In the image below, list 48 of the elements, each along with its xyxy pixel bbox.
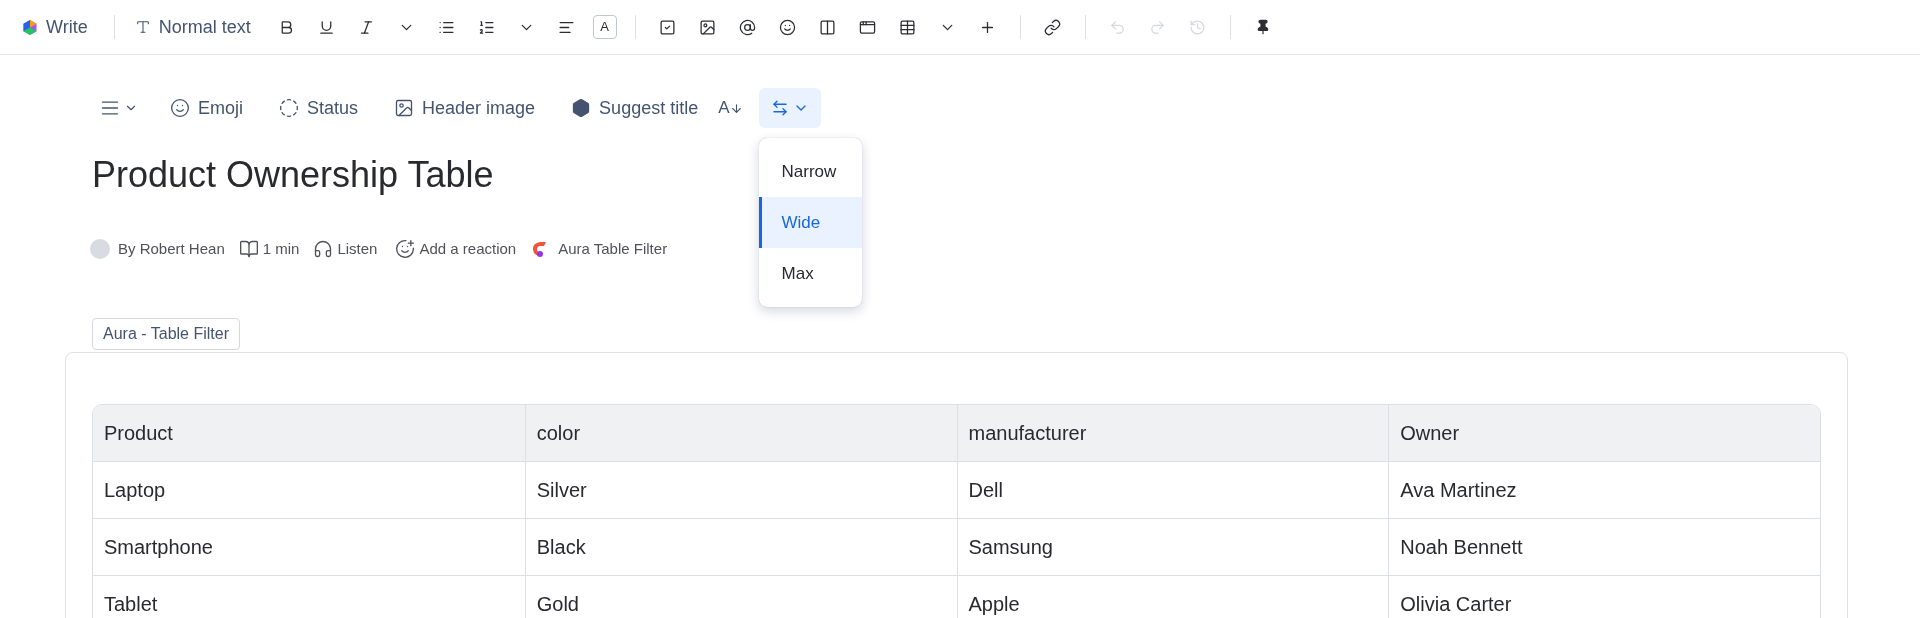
column-header: Product: [103, 420, 174, 446]
listen-button[interactable]: Listen: [313, 238, 378, 261]
table-cell-text: Laptop: [103, 477, 167, 503]
suggest-title-button[interactable]: Suggest title: [559, 90, 711, 126]
avatar: [90, 239, 110, 260]
table-cell: Gold: [524, 575, 957, 618]
text-color-button[interactable]: A: [592, 15, 617, 39]
author-name[interactable]: By Robert Hean: [118, 238, 225, 261]
macro-tag[interactable]: Aura - Table Filter: [92, 317, 240, 350]
arrow-down-icon: [729, 101, 743, 115]
width-menu-button[interactable]: [758, 88, 821, 128]
write-mode-label[interactable]: Write: [46, 13, 88, 41]
column-header: Owner: [1388, 404, 1820, 461]
text-style-dropdown[interactable]: Normal text: [134, 13, 251, 41]
text-icon: [134, 19, 151, 35]
column-header: manufacturer: [956, 404, 1389, 461]
table-cell: Samsung: [956, 518, 1389, 575]
app-logo-icon: [530, 240, 549, 259]
font-size-button[interactable]: A: [710, 90, 751, 126]
width-option[interactable]: Narrow: [758, 146, 862, 197]
read-time: 1 min: [262, 239, 300, 259]
add-reaction-button[interactable]: Add a reaction: [395, 238, 517, 261]
hexagon-logo-icon: [22, 18, 38, 36]
image-icon: [394, 98, 415, 118]
arrows-left-right-icon: [770, 99, 789, 117]
book-icon: [238, 239, 259, 260]
table-cell: Black: [524, 518, 957, 575]
table-cell-text: Smartphone: [103, 534, 214, 560]
hexagon-icon: [571, 98, 592, 118]
headphones-icon: [313, 239, 334, 260]
smiley-icon: [170, 98, 190, 118]
smiley-plus-icon: [395, 239, 416, 260]
table-cell: Apple: [956, 575, 1389, 618]
table-cell: Olivia Carter: [1388, 575, 1820, 618]
table-cell-text: Tablet: [103, 591, 159, 617]
table-cell: Noah Bennett: [1388, 518, 1820, 575]
table-cell: Dell: [956, 461, 1389, 518]
dashed-circle-icon: [279, 98, 299, 118]
width-option[interactable]: Max: [758, 248, 862, 299]
app-name[interactable]: Aura Table Filter: [558, 238, 668, 261]
status-button[interactable]: Status: [267, 90, 371, 126]
column-header: color: [524, 404, 957, 461]
emoji-button[interactable]: Emoji: [158, 90, 255, 126]
table-cell: Ava Martinez: [1388, 461, 1820, 518]
table-cell: Silver: [524, 461, 957, 518]
page-title: Product Ownership Table: [92, 153, 494, 197]
header-image-button[interactable]: Header image: [382, 90, 548, 126]
width-option[interactable]: Wide: [758, 197, 862, 248]
